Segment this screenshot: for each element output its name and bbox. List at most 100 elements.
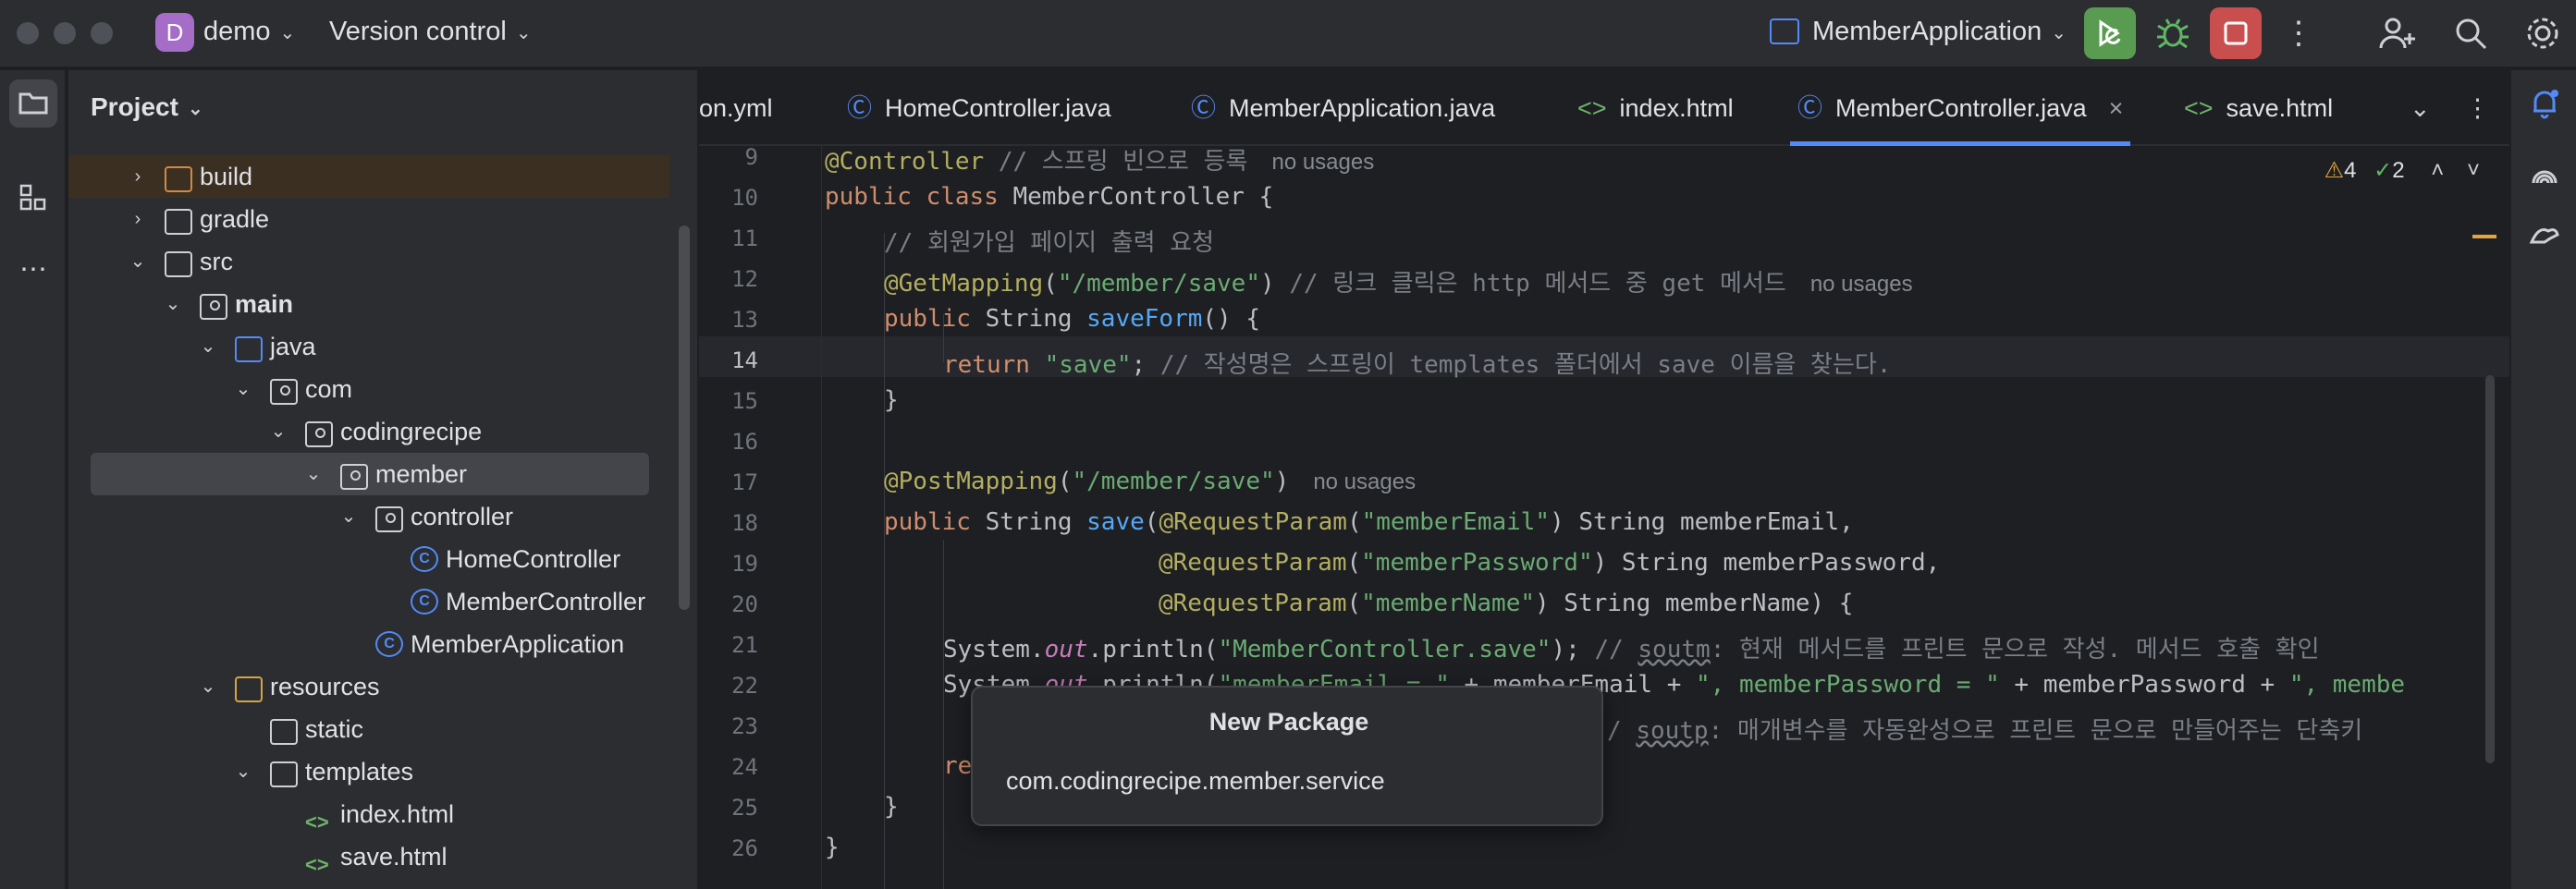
package-icon <box>270 379 298 405</box>
tree-item-label: index.html <box>340 800 455 828</box>
rerun-button[interactable] <box>2084 7 2136 59</box>
line-number: 24 <box>731 754 758 780</box>
tree-item-java[interactable]: ⌄ java <box>68 325 669 368</box>
debug-button[interactable] <box>2147 7 2199 59</box>
project-selector[interactable]: demo ⌄ <box>203 17 295 47</box>
stop-button[interactable] <box>2210 7 2262 59</box>
vcs-selector[interactable]: Version control ⌄ <box>329 17 532 47</box>
tree-item-codingrecipe[interactable]: ⌄ codingrecipe <box>68 410 669 453</box>
editor-scrollbar[interactable] <box>2485 375 2495 763</box>
chevron-down-icon: ⌄ <box>129 251 146 272</box>
gutter-separator <box>821 146 822 889</box>
tab-index-html[interactable]: <> index.html <box>1577 70 1734 146</box>
more-vertical-icon[interactable]: ⋮ <box>2465 70 2490 146</box>
line-number: 10 <box>731 185 758 211</box>
chevron-up-icon[interactable]: ˄ <box>2431 158 2444 183</box>
folder-blue-icon <box>235 336 263 362</box>
code-line-25: } <box>884 793 899 821</box>
add-user-icon[interactable] <box>2376 13 2417 54</box>
code-line-10: public class MemberController { <box>825 183 1274 211</box>
class-icon: Ⓒ <box>847 94 872 122</box>
tab-yml[interactable]: on.yml <box>699 70 773 146</box>
class-icon: C <box>411 589 438 615</box>
tree-item-label: src <box>200 248 233 275</box>
tabs-dropdown-chevron-icon[interactable]: ⌄ <box>2410 70 2431 146</box>
source-folder-icon <box>200 294 227 320</box>
search-icon[interactable] <box>2450 13 2491 54</box>
package-icon <box>340 464 368 490</box>
tree-item-label: HomeController <box>446 545 621 573</box>
tab-membercontroller[interactable]: Ⓒ MemberController.java × <box>1790 70 2131 146</box>
notifications-bell-icon[interactable] <box>2521 79 2569 128</box>
project-folder-icon[interactable] <box>9 79 57 128</box>
settings-gear-icon[interactable] <box>2522 13 2563 54</box>
html-icon: <> <box>1577 94 1607 122</box>
structure-icon[interactable] <box>9 174 57 222</box>
line-number: 23 <box>731 713 758 739</box>
tree-item-index-html[interactable]: <> index.html <box>68 793 669 835</box>
code-line-15: } <box>884 386 899 414</box>
line-number: 21 <box>731 632 758 658</box>
code-line-9: @Controller // 스프링 빈으로 등록 no usages <box>825 148 1375 176</box>
more-vertical-icon[interactable]: ⋮ <box>2278 13 2319 54</box>
right-tool-strip <box>2509 70 2576 889</box>
chevron-down-icon[interactable]: ˅ <box>2467 158 2480 183</box>
editor-tab-bar: on.yml Ⓒ HomeController.java Ⓒ MemberAppli… <box>699 70 2509 146</box>
tab-homecontroller[interactable]: Ⓒ HomeController.java <box>847 70 1111 146</box>
tree-item-label: save.html <box>340 843 448 871</box>
code-line-20: @RequestParam("memberName") String membe… <box>1159 590 1854 617</box>
tab-memberapplication[interactable]: Ⓒ MemberApplication.java <box>1191 70 1495 146</box>
more-horizontal-icon[interactable]: ⋯ <box>9 246 57 294</box>
warning-marker[interactable] <box>2472 235 2496 238</box>
tab-label: MemberController.java <box>1835 94 2087 122</box>
database-icon[interactable] <box>2521 211 2569 259</box>
tree-item-templates[interactable]: ⌄ templates <box>68 750 669 793</box>
indent-guide <box>943 540 944 889</box>
code-line-14: return "save"; // 작성명은 스프링이 templates 폴더… <box>943 351 1892 379</box>
run-config-selector[interactable]: MemberApplication ⌄ <box>1812 17 2067 47</box>
tree-item-homecontroller[interactable]: C HomeController <box>68 538 669 580</box>
package-name-input[interactable] <box>1006 767 1572 796</box>
code-line-21: System.out.println("MemberController.sav… <box>943 636 2320 664</box>
tree-item-membercontroller[interactable]: C MemberController <box>68 580 669 623</box>
ai-assistant-icon[interactable] <box>2521 155 2569 203</box>
project-scrollbar[interactable] <box>679 225 690 610</box>
tree-item-label: codingrecipe <box>340 418 483 445</box>
tree-item-label: gradle <box>200 205 270 233</box>
tree-item-controller[interactable]: ⌄ controller <box>68 495 669 538</box>
inspection-widget[interactable]: ⚠4 ✓2 ˄ ˅ <box>2325 157 2480 184</box>
close-icon[interactable]: × <box>2109 94 2124 122</box>
line-number: 19 <box>731 551 758 577</box>
tree-item-save-html[interactable]: <> save.html <box>68 835 669 878</box>
line-number: 13 <box>731 307 758 333</box>
bug-icon <box>2157 18 2189 49</box>
tree-item-main[interactable]: ⌄ main <box>68 283 669 325</box>
tree-item-static[interactable]: static <box>68 708 669 750</box>
tree-item-member[interactable]: ⌄ member <box>91 453 649 495</box>
spring-class-icon: Ⓒ <box>1191 94 1216 122</box>
folder-icon <box>270 761 298 787</box>
run-config-icon <box>1770 18 1799 44</box>
tree-item-build[interactable]: › build <box>68 155 669 198</box>
chevron-down-icon: ⌄ <box>270 421 287 442</box>
project-panel-header[interactable]: Project ⌄ <box>91 92 203 122</box>
line-number: 12 <box>731 266 758 292</box>
tree-item-label: resources <box>270 673 380 700</box>
tree-item-memberapplication[interactable]: C MemberApplication <box>68 623 669 665</box>
tree-item-gradle[interactable]: › gradle <box>68 198 669 240</box>
project-badge[interactable]: D <box>155 13 194 52</box>
line-number: 18 <box>731 510 758 536</box>
window-close-button[interactable] <box>17 22 39 44</box>
popup-title: New Package <box>1208 708 1369 736</box>
tree-item-resources[interactable]: ⌄ resources <box>68 665 669 708</box>
tree-item-label: templates <box>305 758 414 785</box>
window-zoom-button[interactable] <box>91 22 113 44</box>
window-minimize-button[interactable] <box>54 22 76 44</box>
html-icon: <> <box>305 810 329 834</box>
code-line-18: public String save(@RequestParam("member… <box>884 508 1854 536</box>
line-number: 11 <box>731 225 758 251</box>
tab-save-html[interactable]: <> save.html <box>2184 70 2333 146</box>
resources-folder-icon <box>235 676 263 702</box>
tree-item-com[interactable]: ⌄ com <box>68 368 669 410</box>
tree-item-src[interactable]: ⌄ src <box>68 240 669 283</box>
